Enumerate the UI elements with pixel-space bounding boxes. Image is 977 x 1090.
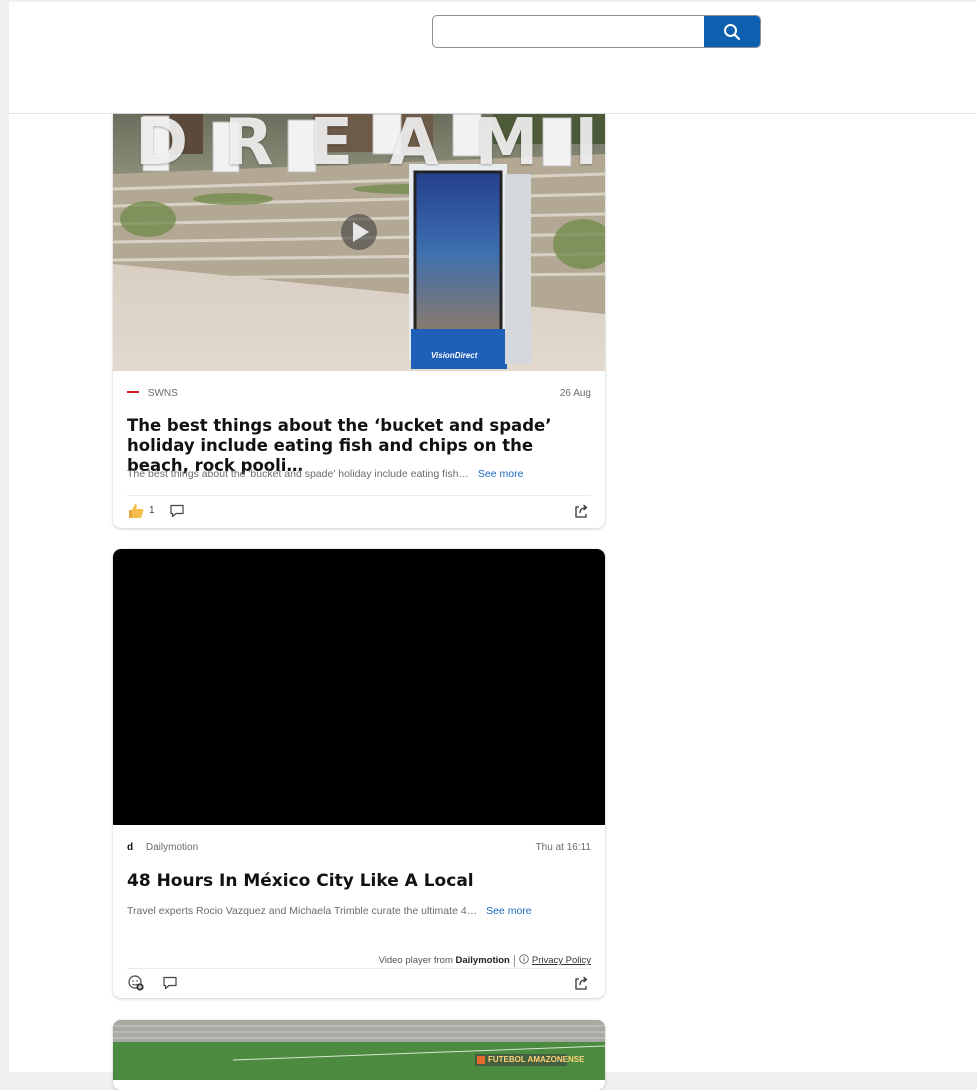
attribution-prefix: Video player from — [378, 955, 453, 967]
kiosk-brand-text: VisionDirect — [431, 351, 478, 360]
search-input[interactable] — [433, 16, 705, 47]
article-snippet-row: The best things about the 'bucket and sp… — [127, 468, 587, 482]
divider — [127, 495, 591, 496]
card-meta: d Dailymotion Thu at 16:11 — [127, 842, 591, 858]
video-snippet: Travel experts Rocio Vazquez and Michael… — [127, 905, 478, 917]
action-bar — [127, 974, 591, 994]
share-icon[interactable] — [573, 975, 589, 996]
top-bar — [9, 2, 977, 114]
image-big-letters: DREAMI — [135, 114, 605, 180]
article-title[interactable]: The best things about the ‘bucket and sp… — [127, 416, 587, 476]
share-icon[interactable] — [573, 503, 589, 524]
video-card[interactable]: d Dailymotion Thu at 16:11 48 Hours In M… — [113, 549, 605, 998]
article-snippet: The best things about the 'bucket and sp… — [127, 468, 469, 480]
page: DREAMI VisionDirect SWNS 26 Aug The best… — [9, 2, 977, 1090]
separator — [513, 954, 515, 967]
watermark-text: FUTEBOL AMAZONENSE — [488, 1055, 585, 1064]
video-player[interactable] — [113, 549, 605, 825]
see-more-link[interactable]: See more — [478, 468, 524, 480]
source-name[interactable]: Dailymotion — [146, 842, 198, 853]
card-video-thumbnail[interactable]: DREAMI VisionDirect — [113, 114, 605, 371]
like-count: 1 — [149, 505, 155, 516]
video-card[interactable]: FUTEBOL AMAZONENSE — [113, 1020, 605, 1090]
publish-date: 26 Aug — [559, 388, 591, 399]
search-button[interactable] — [704, 16, 760, 47]
video-title[interactable]: 48 Hours In México City Like A Local — [127, 871, 587, 891]
news-card[interactable]: DREAMI VisionDirect SWNS 26 Aug The best… — [113, 114, 605, 528]
privacy-policy-link[interactable]: Privacy Policy — [532, 955, 591, 966]
divider — [127, 968, 591, 969]
card-video-thumbnail[interactable]: FUTEBOL AMAZONENSE — [113, 1020, 605, 1080]
see-more-link[interactable]: See more — [486, 905, 532, 917]
swns-logo-icon — [127, 388, 139, 399]
video-attribution: Video player from Dailymotion Privacy Po… — [379, 954, 591, 967]
info-icon[interactable] — [519, 954, 529, 967]
video-snippet-row: Travel experts Rocio Vazquez and Michael… — [127, 905, 587, 919]
add-reaction-icon[interactable] — [127, 974, 145, 997]
action-bar: 1 — [127, 502, 591, 522]
search-box — [432, 15, 761, 48]
dailymotion-logo-icon: d — [127, 842, 134, 853]
attribution-brand: Dailymotion — [455, 955, 510, 967]
source-name[interactable]: SWNS — [148, 388, 178, 399]
football-pitch-image — [113, 1020, 605, 1080]
card-meta: SWNS 26 Aug — [127, 388, 591, 404]
comment-icon[interactable] — [162, 975, 178, 996]
thumbs-up-icon[interactable] — [127, 502, 145, 525]
search-icon — [724, 23, 741, 40]
publish-date: Thu at 16:11 — [535, 842, 591, 853]
comment-icon[interactable] — [169, 503, 185, 524]
